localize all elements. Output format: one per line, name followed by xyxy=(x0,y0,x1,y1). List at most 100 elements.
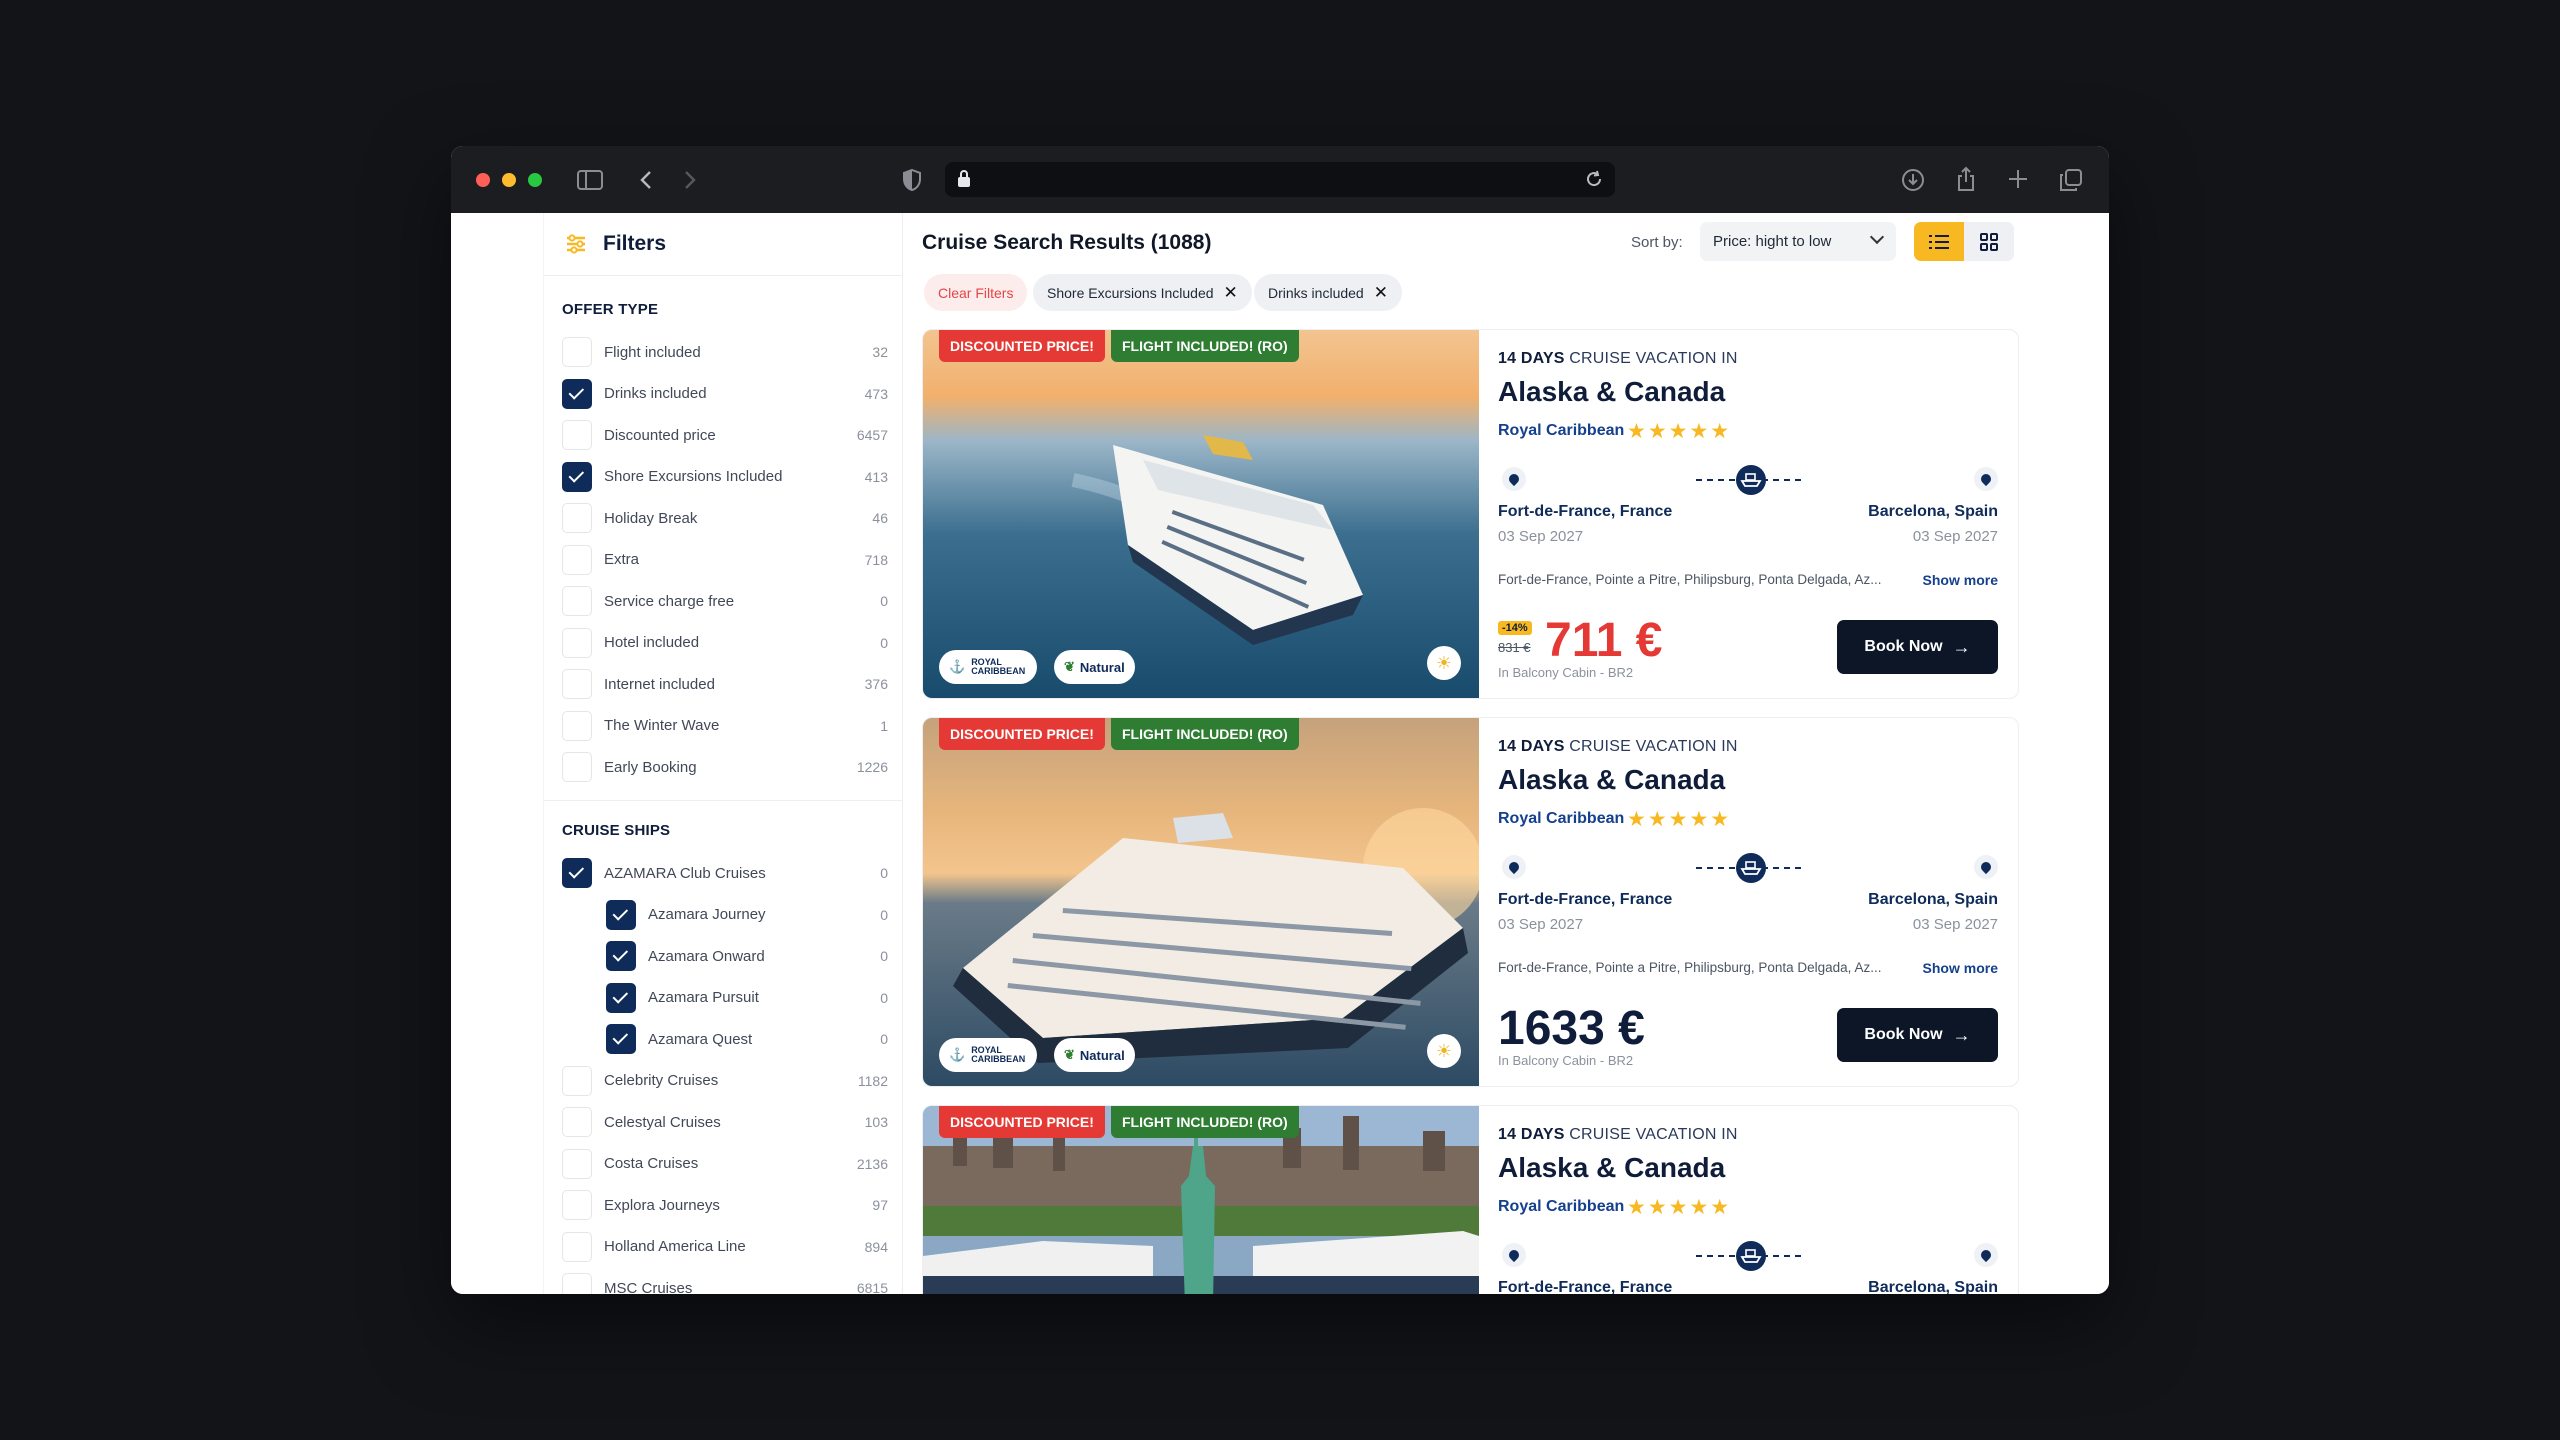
filter-checkbox[interactable] xyxy=(562,669,592,699)
show-more-link[interactable]: Show more xyxy=(1923,572,1998,588)
filter-option[interactable]: Holland America Line 894 xyxy=(562,1231,888,1262)
filter-option[interactable]: Azamara Quest 0 xyxy=(606,1024,888,1054)
filter-checkbox[interactable] xyxy=(606,941,636,971)
filter-count: 0 xyxy=(880,634,888,651)
filter-option[interactable]: Shore Excursions Included 413 xyxy=(562,461,888,492)
filter-checkbox[interactable] xyxy=(562,1107,592,1137)
close-window-button[interactable] xyxy=(476,173,490,187)
sun-icon[interactable]: ☀ xyxy=(1427,646,1461,680)
filter-option[interactable]: Service charge free 0 xyxy=(562,586,888,616)
filter-label: Azamara Quest xyxy=(648,1030,753,1048)
filter-checkbox[interactable] xyxy=(562,337,592,367)
close-icon[interactable]: ✕ xyxy=(1374,283,1388,303)
filter-option[interactable]: Azamara Pursuit 0 xyxy=(606,982,888,1013)
filter-checkbox[interactable] xyxy=(562,858,592,888)
filter-label: Discounted price xyxy=(604,426,716,444)
cruise-info: 14 DAYS CRUISE VACATION IN Alaska & Cana… xyxy=(1498,1106,1998,1294)
location-pin-icon xyxy=(1502,467,1526,491)
cruise-line-name[interactable]: Royal Caribbean xyxy=(1498,810,1624,828)
active-filter-chip[interactable]: Shore Excursions Included ✕ xyxy=(1033,274,1252,311)
filter-option[interactable]: Celestyal Cruises 103 xyxy=(562,1107,888,1137)
filter-option[interactable]: Celebrity Cruises 1182 xyxy=(562,1065,888,1096)
destination: Alaska & Canada xyxy=(1498,1152,1726,1183)
filter-option[interactable]: AZAMARA Club Cruises 0 xyxy=(562,858,888,888)
filter-checkbox[interactable] xyxy=(606,982,636,1013)
location-pin-icon xyxy=(1502,855,1526,879)
filter-checkbox[interactable] xyxy=(562,378,592,409)
filter-checkbox[interactable] xyxy=(562,420,592,450)
tab-overview-icon[interactable] xyxy=(2059,168,2083,192)
cruise-card[interactable]: DISCOUNTED PRICE! FLIGHT INCLUDED! (RO) … xyxy=(922,1105,2019,1294)
reload-icon[interactable] xyxy=(1585,170,1603,188)
filter-checkbox[interactable] xyxy=(562,544,592,575)
back-icon[interactable] xyxy=(639,169,653,191)
location-pin-icon xyxy=(1974,467,1998,491)
discount-badge: DISCOUNTED PRICE! xyxy=(939,718,1105,750)
old-price: 831 € xyxy=(1498,640,1531,655)
filter-option[interactable]: Hotel included 0 xyxy=(562,627,888,658)
filter-option[interactable]: Extra 718 xyxy=(562,544,888,575)
filter-option[interactable]: Internet included 376 xyxy=(562,669,888,699)
grid-view-button[interactable] xyxy=(1964,222,2014,261)
arrival-port: Barcelona, Spain xyxy=(1868,1279,1998,1294)
filter-count: 0 xyxy=(880,948,888,964)
results-title: Cruise Search Results (1088) xyxy=(922,231,1212,254)
filter-option[interactable]: Costa Cruises 2136 xyxy=(562,1148,888,1179)
filter-checkbox[interactable] xyxy=(562,1065,592,1096)
sort-select[interactable]: Price: hight to low xyxy=(1700,222,1896,261)
sun-icon[interactable]: ☀ xyxy=(1427,1034,1461,1068)
address-bar[interactable] xyxy=(945,162,1615,197)
share-icon[interactable] xyxy=(1955,166,1977,192)
filter-checkbox[interactable] xyxy=(562,710,592,741)
filter-checkbox[interactable] xyxy=(562,461,592,492)
zoom-window-button[interactable] xyxy=(528,173,542,187)
filter-option[interactable]: Holiday Break 46 xyxy=(562,503,888,533)
filter-option[interactable]: Drinks included 473 xyxy=(562,378,888,409)
cruise-photo: DISCOUNTED PRICE! FLIGHT INCLUDED! (RO) … xyxy=(923,330,1479,698)
filter-checkbox[interactable] xyxy=(562,1231,592,1262)
filter-option[interactable]: Early Booking 1226 xyxy=(562,752,888,782)
downloads-icon[interactable] xyxy=(1901,168,1925,192)
filter-option[interactable]: The Winter Wave 1 xyxy=(562,710,888,741)
filter-checkbox[interactable] xyxy=(562,627,592,658)
filter-count: 0 xyxy=(880,989,888,1006)
forward-icon[interactable] xyxy=(683,169,697,191)
star-rating: ★★★★★ xyxy=(1627,420,1732,443)
offer-type-title: OFFER TYPE xyxy=(562,301,659,318)
filter-checkbox[interactable] xyxy=(562,1190,592,1220)
clear-filters-button[interactable]: Clear Filters xyxy=(924,274,1028,311)
book-now-button[interactable]: Book Now → xyxy=(1837,1008,1998,1062)
filter-option[interactable]: Azamara Journey 0 xyxy=(606,899,888,930)
list-view-button[interactable] xyxy=(1914,222,1964,261)
filter-option[interactable]: Explora Journeys 97 xyxy=(562,1190,888,1220)
book-now-button[interactable]: Book Now → xyxy=(1837,620,1998,674)
browser-window: Filters OFFER TYPE Flight included 32 Drin… xyxy=(451,146,2109,1294)
cruise-line-name[interactable]: Royal Caribbean xyxy=(1498,422,1624,440)
filter-count: 0 xyxy=(880,906,888,923)
new-tab-icon[interactable] xyxy=(2007,168,2029,190)
filter-option[interactable]: Azamara Onward 0 xyxy=(606,941,888,971)
shield-icon[interactable] xyxy=(902,168,922,192)
filter-checkbox[interactable] xyxy=(562,503,592,533)
filter-checkbox[interactable] xyxy=(606,899,636,930)
cruise-card[interactable]: DISCOUNTED PRICE! FLIGHT INCLUDED! (RO) … xyxy=(922,329,2019,699)
filter-option[interactable]: MSC Cruises 6815 xyxy=(562,1273,888,1294)
filter-label: MSC Cruises xyxy=(604,1279,693,1295)
minimize-window-button[interactable] xyxy=(502,173,516,187)
active-filter-chip[interactable]: Drinks included ✕ xyxy=(1254,274,1402,311)
browser-toolbar xyxy=(451,146,2109,213)
filter-checkbox[interactable] xyxy=(562,586,592,616)
close-icon[interactable]: ✕ xyxy=(1224,283,1238,303)
cruise-card[interactable]: DISCOUNTED PRICE! FLIGHT INCLUDED! (RO) … xyxy=(922,717,2019,1087)
filter-checkbox[interactable] xyxy=(606,1024,636,1054)
filter-option[interactable]: Flight included 32 xyxy=(562,337,888,367)
filter-label: Explora Journeys xyxy=(604,1196,720,1214)
show-more-link[interactable]: Show more xyxy=(1923,960,1998,976)
sidebar-toggle-icon[interactable] xyxy=(577,169,603,191)
destination: Alaska & Canada xyxy=(1498,376,1726,407)
cruise-line-name[interactable]: Royal Caribbean xyxy=(1498,1198,1624,1216)
filter-checkbox[interactable] xyxy=(562,752,592,782)
filter-option[interactable]: Discounted price 6457 xyxy=(562,420,888,450)
filter-checkbox[interactable] xyxy=(562,1273,592,1294)
filter-checkbox[interactable] xyxy=(562,1148,592,1179)
